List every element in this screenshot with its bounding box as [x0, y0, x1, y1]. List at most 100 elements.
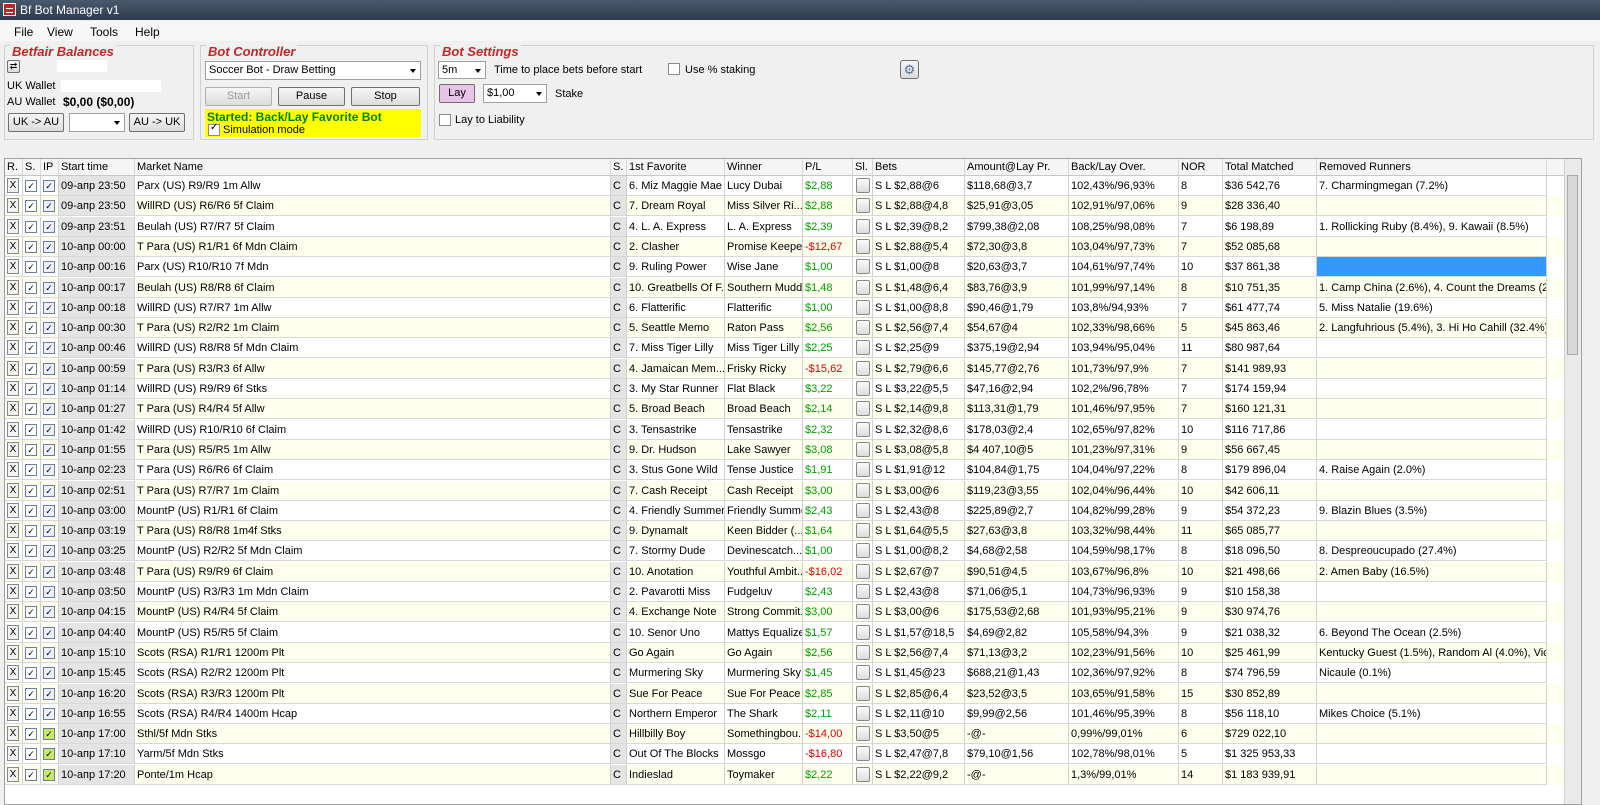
in-play-checkbox[interactable]: ✓ — [43, 728, 55, 741]
in-play-checkbox[interactable]: ✓ — [43, 768, 55, 781]
row-selected-checkbox[interactable]: ✓ — [25, 200, 37, 213]
row-selected-checkbox[interactable]: ✓ — [25, 748, 37, 761]
in-play-checkbox[interactable]: ✓ — [43, 565, 55, 578]
lay-to-liability-checkbox[interactable] — [439, 114, 451, 126]
in-play-checkbox[interactable]: ✓ — [43, 383, 55, 395]
row-selected-checkbox[interactable]: ✓ — [25, 240, 37, 253]
row-selected-checkbox[interactable]: ✓ — [25, 626, 37, 639]
table-row[interactable]: X ✓ ✓ 10-апр 03:19 T Para (US) R8/R8 1m4f St… — [5, 521, 1565, 542]
remove-row-button[interactable]: X — [7, 279, 19, 295]
remove-row-button[interactable]: X — [7, 726, 19, 742]
sl-button[interactable] — [856, 360, 870, 376]
in-play-checkbox[interactable]: ✓ — [43, 362, 55, 375]
table-row[interactable]: X ✓ ✓ 10-апр 17:00 Sthl/5f Mdn Stks C Hillbill… — [5, 724, 1565, 745]
remove-row-button[interactable]: X — [7, 178, 19, 193]
row-selected-checkbox[interactable]: ✓ — [25, 403, 37, 416]
row-selected-checkbox[interactable]: ✓ — [25, 545, 37, 558]
table-row[interactable]: X ✓ ✓ 10-апр 03:25 MountP (US) R2/R2 5f Mdn … — [5, 541, 1565, 562]
sl-button[interactable] — [856, 279, 870, 295]
in-play-checkbox[interactable]: ✓ — [43, 200, 55, 213]
sl-button[interactable] — [856, 401, 870, 417]
in-play-checkbox[interactable]: ✓ — [43, 646, 55, 659]
table-row[interactable]: X ✓ ✓ 10-апр 04:15 MountP (US) R4/R4 5f Clai… — [5, 602, 1565, 623]
table-row[interactable]: X ✓ ✓ 10-апр 16:20 Scots (RSA) R3/R3 1200m P… — [5, 683, 1565, 704]
sl-button[interactable] — [856, 259, 870, 275]
column-header-7[interactable]: Winner — [725, 159, 803, 175]
lay-toggle-button[interactable]: Lay — [439, 84, 475, 103]
sl-button[interactable] — [856, 462, 870, 478]
sl-button[interactable] — [856, 624, 870, 640]
sl-button[interactable] — [856, 178, 870, 193]
in-play-checkbox[interactable]: ✓ — [43, 342, 55, 355]
row-selected-checkbox[interactable]: ✓ — [25, 261, 37, 274]
table-row[interactable]: X ✓ ✓ 10-апр 01:14 WillRD (US) R9/R9 6f Stks… — [5, 379, 1565, 399]
in-play-checkbox[interactable]: ✓ — [43, 322, 55, 335]
table-row[interactable]: X ✓ ✓ 10-апр 02:23 T Para (US) R6/R6 6f Clai… — [5, 460, 1565, 481]
in-play-checkbox[interactable]: ✓ — [43, 667, 55, 680]
start-button[interactable]: Start — [205, 87, 272, 106]
table-row[interactable]: X ✓ ✓ 09-апр 23:50 Parx (US) R9/R9 1m Allw C 6… — [5, 176, 1565, 196]
column-header-11[interactable]: Amount@Lay Pr. — [965, 159, 1069, 175]
in-play-checkbox[interactable]: ✓ — [43, 687, 55, 700]
sl-button[interactable] — [856, 705, 870, 721]
in-play-checkbox[interactable]: ✓ — [43, 484, 55, 497]
row-selected-checkbox[interactable]: ✓ — [25, 464, 37, 477]
sl-button[interactable] — [856, 543, 870, 559]
column-header-8[interactable]: P/L — [803, 159, 853, 175]
table-row[interactable]: X ✓ ✓ 10-апр 00:30 T Para (US) R2/R2 1m Clai… — [5, 318, 1565, 339]
stake-select[interactable]: $1,00 — [483, 84, 547, 103]
vertical-scrollbar[interactable] — [1564, 159, 1581, 804]
time-before-start-select[interactable]: 5m — [438, 61, 486, 79]
sl-button[interactable] — [856, 340, 870, 356]
row-selected-checkbox[interactable]: ✓ — [25, 383, 37, 395]
remove-row-button[interactable]: X — [7, 746, 19, 762]
row-selected-checkbox[interactable]: ✓ — [25, 646, 37, 659]
row-selected-checkbox[interactable]: ✓ — [25, 586, 37, 598]
table-row[interactable]: X ✓ ✓ 10-апр 03:48 T Para (US) R9/R9 6f Clai… — [5, 561, 1565, 582]
sl-button[interactable] — [856, 198, 870, 214]
remove-row-button[interactable]: X — [7, 624, 19, 640]
in-play-checkbox[interactable]: ✓ — [43, 707, 55, 720]
in-play-checkbox[interactable]: ✓ — [43, 626, 55, 639]
row-selected-checkbox[interactable]: ✓ — [25, 220, 37, 233]
remove-row-button[interactable]: X — [7, 441, 19, 457]
row-selected-checkbox[interactable]: ✓ — [25, 423, 37, 436]
remove-row-button[interactable]: X — [7, 421, 19, 437]
bot-select[interactable]: Soccer Bot - Draw Betting — [205, 61, 421, 80]
row-selected-checkbox[interactable]: ✓ — [25, 484, 37, 497]
transfer-amount-select[interactable] — [69, 113, 125, 132]
in-play-checkbox[interactable]: ✓ — [43, 281, 55, 294]
row-selected-checkbox[interactable]: ✓ — [25, 342, 37, 355]
in-play-checkbox[interactable]: ✓ — [43, 423, 55, 436]
menu-view[interactable]: View — [47, 25, 73, 39]
remove-row-button[interactable]: X — [7, 299, 19, 315]
remove-row-button[interactable]: X — [7, 705, 19, 721]
row-selected-checkbox[interactable]: ✓ — [25, 504, 37, 517]
remove-row-button[interactable]: X — [7, 766, 19, 782]
sl-button[interactable] — [856, 320, 870, 336]
column-header-9[interactable]: Sl. — [853, 159, 873, 175]
table-row[interactable]: X ✓ ✓ 10-апр 00:59 T Para (US) R3/R3 6f Allw… — [5, 358, 1565, 379]
in-play-checkbox[interactable]: ✓ — [43, 606, 55, 619]
sl-button[interactable] — [856, 299, 870, 315]
in-play-checkbox[interactable]: ✓ — [43, 180, 55, 192]
row-selected-checkbox[interactable]: ✓ — [25, 362, 37, 375]
menu-file[interactable]: File — [14, 25, 33, 39]
remove-row-button[interactable]: X — [7, 462, 19, 478]
column-header-5[interactable]: S. — [611, 159, 627, 175]
column-header-6[interactable]: 1st Favorite — [627, 159, 725, 175]
sl-button[interactable] — [856, 563, 870, 579]
au-to-uk-button[interactable]: AU -> UK — [129, 113, 185, 132]
sl-button[interactable] — [856, 746, 870, 762]
sl-button[interactable] — [856, 381, 870, 396]
table-row[interactable]: X ✓ ✓ 10-апр 00:46 WillRD (US) R8/R8 5f Mdn … — [5, 338, 1565, 359]
remove-row-button[interactable]: X — [7, 259, 19, 275]
column-header-12[interactable]: Back/Lay Over. — [1069, 159, 1179, 175]
menu-tools[interactable]: Tools — [90, 25, 118, 39]
table-row[interactable]: X ✓ ✓ 09-апр 23:50 WillRD (US) R6/R6 5f Clai… — [5, 196, 1565, 217]
remove-row-button[interactable]: X — [7, 401, 19, 417]
row-selected-checkbox[interactable]: ✓ — [25, 606, 37, 619]
row-selected-checkbox[interactable]: ✓ — [25, 443, 37, 456]
row-selected-checkbox[interactable]: ✓ — [25, 728, 37, 741]
remove-row-button[interactable]: X — [7, 381, 19, 396]
